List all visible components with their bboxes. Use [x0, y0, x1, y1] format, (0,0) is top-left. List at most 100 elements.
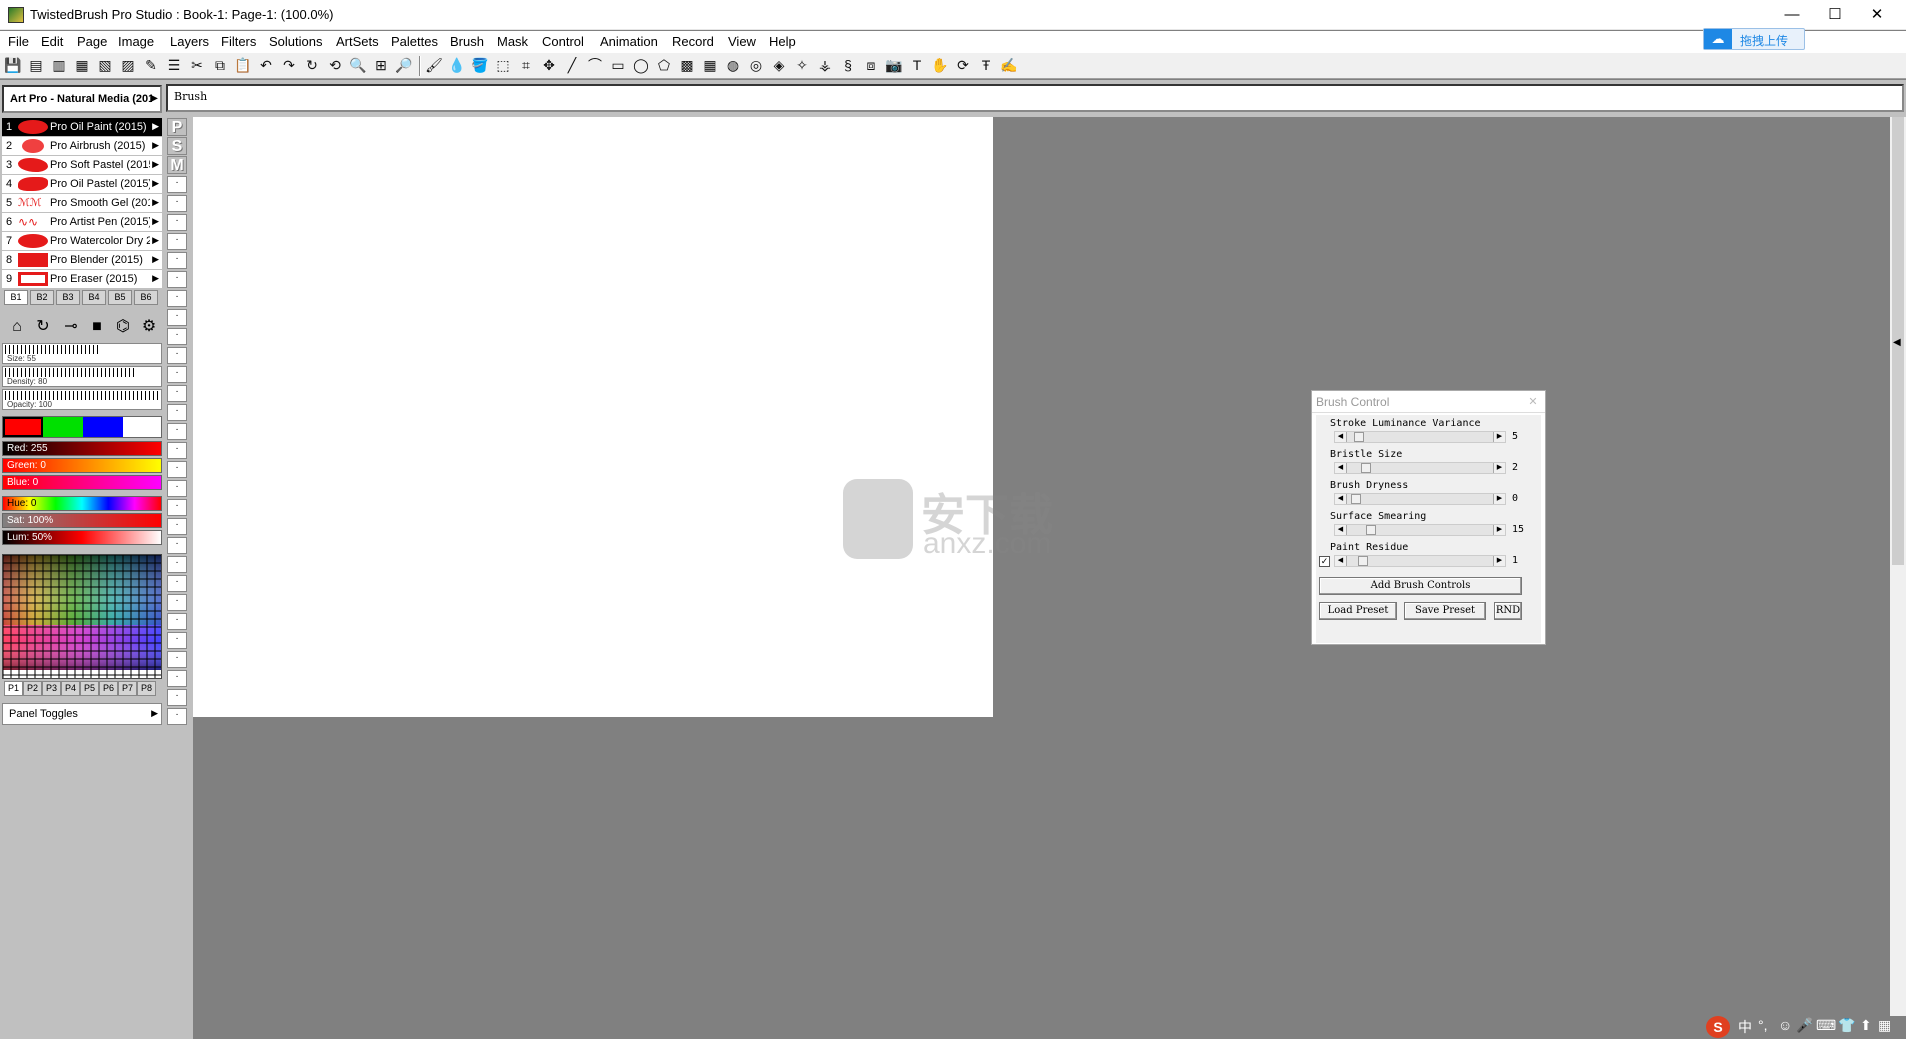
swatch-red[interactable] [3, 417, 43, 437]
slider-thumb[interactable] [1360, 463, 1371, 473]
strip-m-button[interactable]: M [167, 156, 187, 174]
keyboard-icon[interactable]: ⌨ [1816, 1017, 1836, 1034]
green-bar[interactable]: Green: 0 [2, 458, 162, 473]
size-slider[interactable]: Size: 55 [2, 343, 162, 364]
tab-bank-1[interactable]: B1 [4, 290, 28, 305]
arrow-right-icon[interactable]: ▶ [152, 140, 159, 151]
text-tool-icon[interactable]: Ŧ [977, 56, 995, 75]
arrow-right-icon[interactable]: ▶ [152, 254, 159, 265]
strip-slot[interactable]: · [167, 290, 187, 307]
brush-link-icon[interactable]: ⊸ [60, 316, 82, 338]
arrow-right-icon[interactable]: ▶ [152, 197, 159, 208]
filter-icon[interactable]: ◈ [770, 56, 788, 75]
param-slider[interactable]: ◀ ▶ [1334, 524, 1506, 536]
strip-slot[interactable]: · [167, 518, 187, 535]
page-import-icon[interactable]: ▦ [73, 56, 91, 75]
menu-record[interactable]: Record [672, 34, 714, 49]
menu-help[interactable]: Help [769, 34, 796, 49]
strip-slot[interactable]: · [167, 632, 187, 649]
arrow-left-icon[interactable]: ◀ [1335, 432, 1347, 442]
wand-icon[interactable]: ⚶ [816, 56, 834, 75]
tab-palette-5[interactable]: P5 [80, 681, 99, 696]
microphone-icon[interactable]: 🎤 [1796, 1017, 1813, 1034]
brush-item-3[interactable]: 3 Pro Soft Pastel (2015) ▶ [2, 156, 162, 175]
arrow-up-icon[interactable]: ⬆ [1860, 1017, 1872, 1034]
layers-icon[interactable]: ⧈ [862, 56, 880, 75]
opacity-slider[interactable]: Opacity: 100 [2, 389, 162, 410]
arrow-right-icon[interactable]: ▶ [152, 121, 159, 132]
swatch-blue[interactable] [83, 417, 123, 437]
curve-icon[interactable]: ⌒ [586, 56, 604, 75]
zoom-in-icon[interactable]: 🔍 [349, 56, 367, 75]
brush-lock-icon[interactable]: ⌬ [112, 316, 134, 338]
slider-thumb[interactable] [1358, 556, 1369, 566]
arrow-right-icon[interactable]: ▶ [152, 178, 159, 189]
bucket-icon[interactable]: 🪣 [471, 56, 489, 75]
strip-slot[interactable]: · [167, 613, 187, 630]
strip-slot[interactable]: · [167, 347, 187, 364]
collapse-arrow-icon[interactable]: ◀ [1893, 337, 1901, 348]
menu-artsets[interactable]: ArtSets [336, 34, 379, 49]
brush-control-titlebar[interactable]: Brush Control ✕ [1312, 391, 1545, 413]
eyedropper-icon[interactable]: 💧 [448, 56, 466, 75]
cut-icon[interactable]: ✂ [188, 56, 206, 75]
strip-slot[interactable]: · [167, 537, 187, 554]
strip-slot[interactable]: · [167, 499, 187, 516]
rotate-icon[interactable]: ⟳ [954, 56, 972, 75]
marquee-icon[interactable]: ⬚ [494, 56, 512, 75]
strip-slot[interactable]: · [167, 689, 187, 706]
redo-icon[interactable]: ↷ [280, 56, 298, 75]
swatch-white[interactable] [123, 417, 161, 437]
paste-icon[interactable]: 📋 [234, 56, 252, 75]
brush-item-2[interactable]: 2 Pro Airbrush (2015) ▶ [2, 137, 162, 156]
brush-item-4[interactable]: 4 Pro Oil Pastel (2015) ▶ [2, 175, 162, 194]
strip-slot[interactable]: · [167, 442, 187, 459]
strip-slot[interactable]: · [167, 233, 187, 250]
brush-select-icon[interactable]: ⌂ [6, 316, 28, 338]
arrow-right-icon[interactable]: ▶ [152, 235, 159, 246]
gradient-icon[interactable]: ▩ [678, 56, 696, 75]
red-bar[interactable]: Red: 255 [2, 441, 162, 456]
arrow-right-icon[interactable]: ▶ [1493, 463, 1505, 473]
strip-slot[interactable]: · [167, 423, 187, 440]
replay-icon[interactable]: ⟲ [326, 56, 344, 75]
zoom-fit-icon[interactable]: ⊞ [372, 56, 390, 75]
arrow-left-icon[interactable]: ◀ [1335, 494, 1347, 504]
save-preset-button[interactable]: Save Preset [1404, 602, 1486, 620]
page-new-icon[interactable]: ▥ [50, 56, 68, 75]
saturation-bar[interactable]: Sat: 100% [2, 513, 162, 528]
strip-slot[interactable]: · [167, 271, 187, 288]
pattern-icon[interactable]: ▦ [701, 56, 719, 75]
arrow-right-icon[interactable]: ▶ [1493, 556, 1505, 566]
slider-thumb[interactable] [1351, 494, 1362, 504]
brush-item-5[interactable]: 5 ℳℳ Pro Smooth Gel (2015) ▶ [2, 194, 162, 213]
arrow-right-icon[interactable]: ▶ [152, 216, 159, 227]
strip-slot[interactable]: · [167, 404, 187, 421]
canvas-area[interactable]: 安下载 anxz.com [193, 117, 1890, 1039]
load-preset-button[interactable]: Load Preset [1319, 602, 1397, 620]
strip-slot[interactable]: · [167, 214, 187, 231]
stamp-icon[interactable]: ◎ [747, 56, 765, 75]
random-button[interactable]: RND [1494, 602, 1522, 620]
arrow-right-icon[interactable]: ▶ [1493, 525, 1505, 535]
panel-toggles[interactable]: Panel Toggles ▶ [2, 703, 162, 725]
hand-icon[interactable]: ✋ [931, 56, 949, 75]
menu-brush[interactable]: Brush [450, 34, 484, 49]
brush-square-icon[interactable]: ■ [86, 316, 108, 338]
strip-slot[interactable]: · [167, 461, 187, 478]
tab-palette-3[interactable]: P3 [42, 681, 61, 696]
close-icon[interactable]: ✕ [1525, 394, 1541, 410]
brush-item-6[interactable]: 6 ∿∿ Pro Artist Pen (2015) ▶ [2, 213, 162, 232]
menu-solutions[interactable]: Solutions [269, 34, 322, 49]
strip-slot[interactable]: · [167, 309, 187, 326]
strip-slot[interactable]: · [167, 252, 187, 269]
close-button[interactable]: ✕ [1848, 0, 1906, 30]
strip-slot[interactable]: · [167, 385, 187, 402]
page-icon[interactable]: ▤ [27, 56, 45, 75]
magic-icon[interactable]: ✧ [793, 56, 811, 75]
density-slider[interactable]: Density: 80 [2, 366, 162, 387]
menu-filters[interactable]: Filters [221, 34, 256, 49]
tab-bank-2[interactable]: B2 [30, 290, 54, 305]
param-slider[interactable]: ◀ ▶ [1334, 555, 1506, 567]
brush-new-icon[interactable]: ✎ [142, 56, 160, 75]
